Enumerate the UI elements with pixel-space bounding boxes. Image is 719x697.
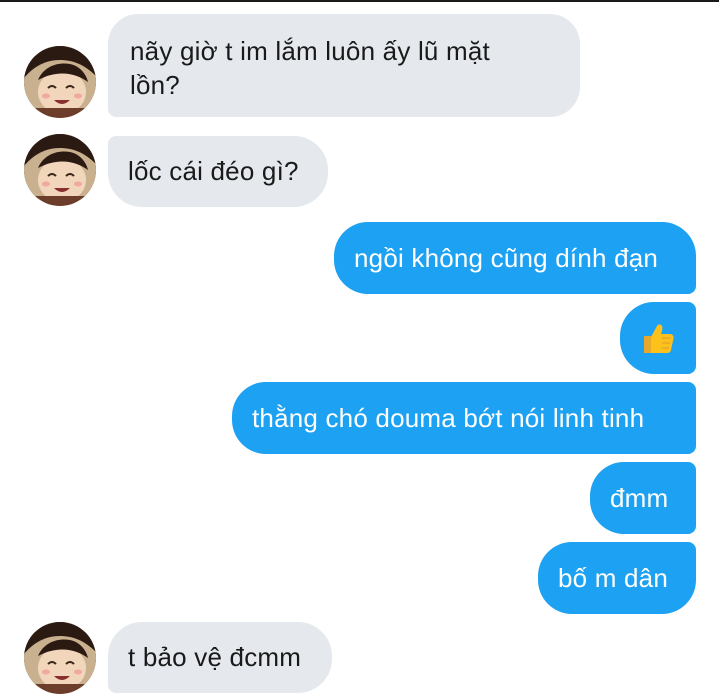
message-bubble-outgoing[interactable]: thằng chó douma bớt nói linh tinh <box>232 382 696 454</box>
message-text: thằng chó douma bớt nói linh tinh <box>252 403 645 433</box>
avatar-image <box>24 134 96 206</box>
message-text: t bảo vệ đcmm <box>128 642 302 672</box>
message-bubble-incoming[interactable]: lốc cái đéo gì? <box>108 136 328 207</box>
avatar[interactable] <box>24 622 96 694</box>
avatar-image <box>24 622 96 694</box>
message-bubble-outgoing[interactable]: đmm <box>590 462 696 534</box>
message-bubble-outgoing[interactable]: bố m dân <box>538 542 696 614</box>
message-text-line: lồn? <box>130 70 180 100</box>
message-text: đmm <box>610 483 669 513</box>
message-bubble-outgoing[interactable] <box>620 302 696 374</box>
avatar-image <box>24 46 96 118</box>
message-text: ngồi không cũng dính đạn <box>354 243 659 273</box>
thumbs-up-icon <box>640 320 676 356</box>
avatar[interactable] <box>24 134 96 206</box>
message-text-line: nãy giờ t im lắm luôn ấy lũ mặt <box>130 36 490 66</box>
avatar[interactable] <box>24 46 96 118</box>
message-list: nãy giờ t im lắm luôn ấy lũ mặt lồn? lốc… <box>0 0 719 697</box>
message-bubble-outgoing[interactable]: ngồi không cũng dính đạn <box>334 222 696 294</box>
message-bubble-incoming[interactable]: nãy giờ t im lắm luôn ấy lũ mặt lồn? <box>108 14 580 117</box>
message-text: bố m dân <box>558 563 669 593</box>
message-bubble-incoming[interactable]: t bảo vệ đcmm <box>108 622 332 693</box>
message-text: lốc cái đéo gì? <box>128 156 299 186</box>
